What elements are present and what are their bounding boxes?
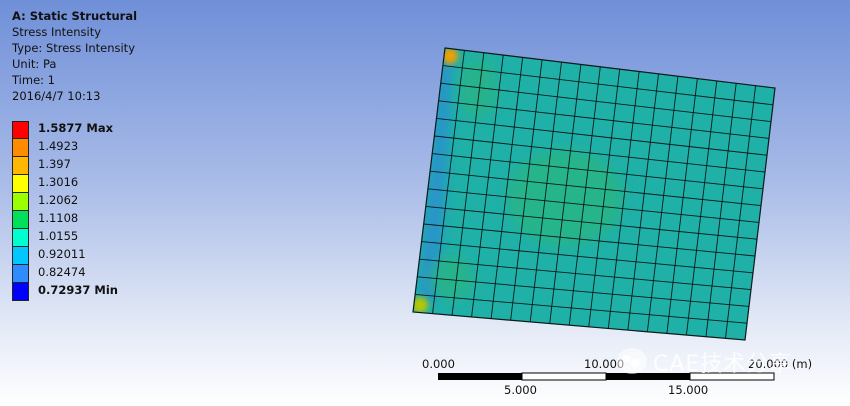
scale-label-15: 15.000	[668, 383, 708, 397]
watermark-text: CAE技术分享	[653, 352, 793, 377]
scale-label-0: 0.000	[422, 357, 455, 371]
scale-segment-2	[521, 372, 607, 381]
scale-label-5: 5.000	[504, 383, 537, 397]
wechat-icon	[617, 348, 647, 374]
watermark: CAE技术分享	[617, 344, 837, 380]
scale-segment-1	[438, 373, 522, 380]
